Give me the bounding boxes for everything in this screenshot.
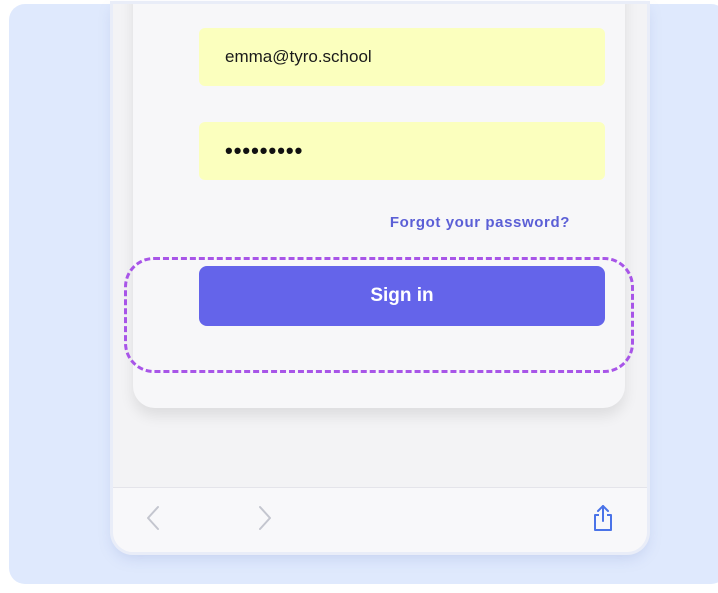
email-field[interactable]: emma@tyro.school xyxy=(199,28,605,86)
browser-toolbar xyxy=(113,487,647,552)
email-value: emma@tyro.school xyxy=(225,47,372,66)
password-field[interactable]: ••••••••• xyxy=(199,122,605,180)
login-card: emma@tyro.school ••••••••• Forgot your p… xyxy=(133,4,625,408)
password-value: ••••••••• xyxy=(225,138,304,163)
share-icon[interactable] xyxy=(587,502,619,534)
forgot-password-link[interactable]: Forgot your password? xyxy=(390,214,570,231)
sign-in-button[interactable]: Sign in xyxy=(199,266,605,326)
chevron-left-icon[interactable] xyxy=(137,502,169,534)
chevron-right-icon[interactable] xyxy=(249,502,281,534)
phone-screen: emma@tyro.school ••••••••• Forgot your p… xyxy=(113,4,647,552)
background-panel: emma@tyro.school ••••••••• Forgot your p… xyxy=(9,4,718,584)
